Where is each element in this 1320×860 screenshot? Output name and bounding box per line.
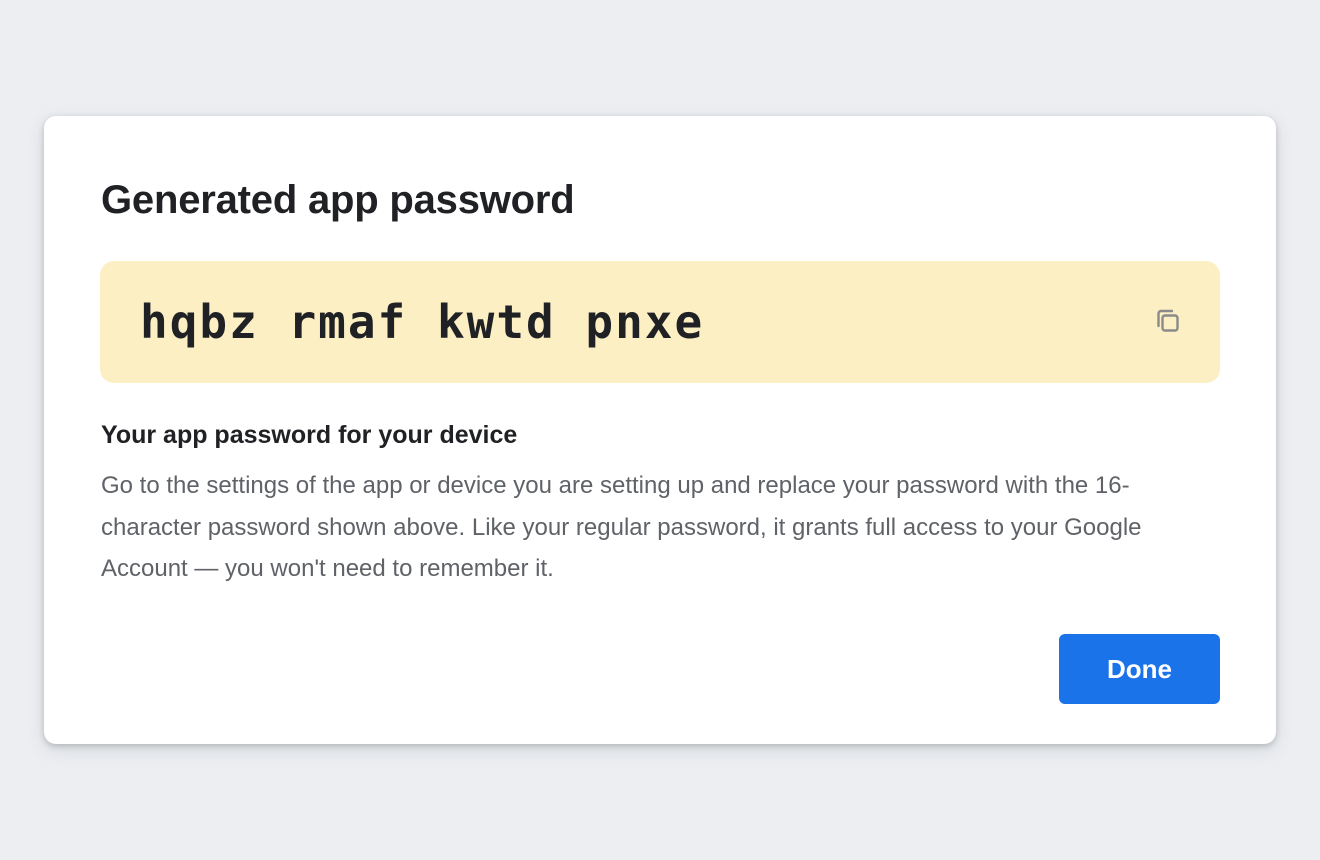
copy-icon	[1157, 309, 1179, 332]
dialog-title: Generated app password	[101, 178, 575, 222]
device-subtitle: Your app password for your device	[101, 421, 518, 449]
app-password-dialog: Generated app password hqbz rmaf kwtd pn…	[44, 116, 1276, 744]
password-display: hqbz rmaf kwtd pnxe	[100, 261, 1220, 383]
generated-password[interactable]: hqbz rmaf kwtd pnxe	[140, 295, 704, 349]
instructions-text: Go to the settings of the app or device …	[101, 472, 1142, 582]
copy-password-button[interactable]	[1146, 299, 1190, 343]
done-button[interactable]: Done	[1059, 634, 1220, 704]
